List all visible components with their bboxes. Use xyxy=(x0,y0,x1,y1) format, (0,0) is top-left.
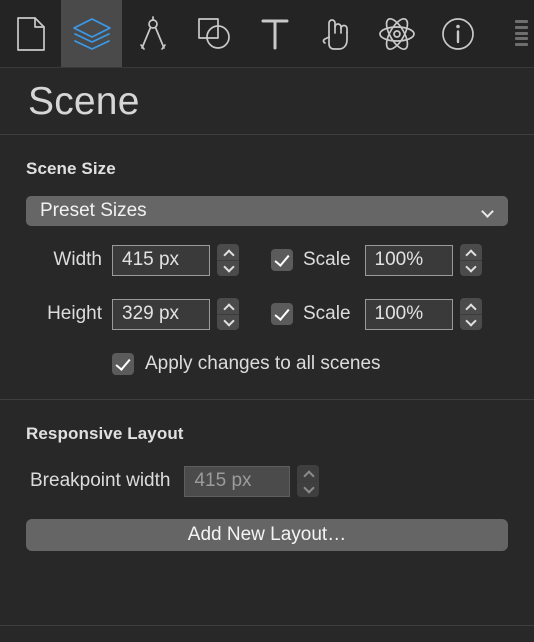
height-scale-stepper-down[interactable] xyxy=(460,315,482,331)
preset-sizes-value: Preset Sizes xyxy=(40,200,147,221)
width-input[interactable]: 415 px xyxy=(112,244,210,276)
shapes-icon xyxy=(197,17,230,49)
height-input[interactable]: 329 px xyxy=(112,298,210,330)
toolbar-tab-physics[interactable] xyxy=(366,0,427,67)
scene-size-heading: Scene Size xyxy=(26,159,116,178)
inspector-toolbar xyxy=(0,0,534,68)
toolbar-tab-element[interactable] xyxy=(183,0,244,67)
apply-all-row: Apply changes to all scenes xyxy=(26,341,508,387)
width-value: 415 px xyxy=(122,249,180,270)
width-stepper[interactable] xyxy=(217,244,239,276)
breakpoint-stepper-down[interactable] xyxy=(297,482,319,498)
height-stepper-down[interactable] xyxy=(217,315,239,331)
height-scale-value: 100% xyxy=(374,303,424,324)
height-label: Height xyxy=(47,303,102,324)
toolbar-tab-text[interactable] xyxy=(244,0,305,67)
scene-inspector-panel: Scene Scene Size Preset Sizes Width 415 … xyxy=(0,0,534,642)
toolbar-overflow-button[interactable] xyxy=(508,0,534,66)
add-new-layout-label: Add New Layout… xyxy=(187,524,347,545)
menu-lines-icon xyxy=(514,18,528,49)
panel-footer xyxy=(0,626,534,642)
height-scale-stepper-up[interactable] xyxy=(459,298,482,315)
breakpoint-stepper-up[interactable] xyxy=(297,465,320,482)
page-title: Scene xyxy=(28,79,140,123)
toolbar-tab-actions[interactable] xyxy=(305,0,366,67)
document-icon xyxy=(16,16,45,51)
width-scale-stepper-down[interactable] xyxy=(460,261,482,277)
width-stepper-down[interactable] xyxy=(217,261,239,277)
height-scale-checkbox[interactable] xyxy=(271,303,293,325)
height-value: 329 px xyxy=(122,303,180,324)
breakpoint-width-value: 415 px xyxy=(194,470,252,491)
height-stepper[interactable] xyxy=(217,298,239,330)
width-scale-checkbox[interactable] xyxy=(271,249,293,271)
width-row: Width 415 px Scale 100% xyxy=(26,233,508,287)
toolbar-tab-scene[interactable] xyxy=(61,0,122,67)
width-stepper-up[interactable] xyxy=(217,244,239,261)
height-scale-stepper[interactable] xyxy=(459,298,482,331)
add-new-layout-button[interactable]: Add New Layout… xyxy=(26,519,508,551)
width-scale-stepper-up[interactable] xyxy=(459,244,482,261)
width-scale-value: 100% xyxy=(374,249,424,270)
toolbar-tab-animation[interactable] xyxy=(122,0,183,67)
width-scale-stepper[interactable] xyxy=(459,244,482,277)
apply-all-label: Apply changes to all scenes xyxy=(145,353,381,374)
breakpoint-row: Breakpoint width 415 px xyxy=(26,450,508,512)
breakpoint-width-label: Breakpoint width xyxy=(30,470,171,491)
scene-size-section: Scene Size Preset Sizes Width 415 px Sca… xyxy=(0,135,534,399)
width-label: Width xyxy=(53,249,102,270)
height-row: Height 329 px Scale 100% xyxy=(26,287,508,341)
preset-sizes-dropdown[interactable]: Preset Sizes xyxy=(26,196,508,226)
layers-icon xyxy=(72,17,111,50)
toolbar-tab-document[interactable] xyxy=(0,0,61,67)
preset-sizes-row: Preset Sizes xyxy=(26,185,508,233)
chevron-down-icon xyxy=(482,205,494,217)
breakpoint-width-stepper[interactable] xyxy=(297,465,320,498)
hand-icon xyxy=(322,18,348,50)
add-layout-row: Add New Layout… xyxy=(26,512,508,558)
height-scale-input[interactable]: 100% xyxy=(364,298,453,330)
width-scale-input[interactable]: 100% xyxy=(364,244,453,276)
scene-size-bottom-spacer xyxy=(26,387,508,399)
panel-bottom-spacer xyxy=(0,558,534,625)
height-stepper-up[interactable] xyxy=(217,298,239,315)
compass-icon xyxy=(139,15,166,50)
height-scale-label: Scale xyxy=(303,303,351,324)
responsive-layout-section: Responsive Layout Breakpoint width 415 p… xyxy=(0,400,534,558)
width-scale-label: Scale xyxy=(303,249,351,270)
responsive-layout-heading: Responsive Layout xyxy=(26,424,184,443)
info-icon xyxy=(441,17,474,50)
atom-icon xyxy=(378,17,415,50)
toolbar-tab-identity[interactable] xyxy=(427,0,488,67)
apply-all-checkbox[interactable] xyxy=(112,353,134,375)
breakpoint-width-input[interactable]: 415 px xyxy=(184,465,291,497)
text-icon xyxy=(261,19,288,49)
panel-title-bar: Scene xyxy=(0,68,534,134)
